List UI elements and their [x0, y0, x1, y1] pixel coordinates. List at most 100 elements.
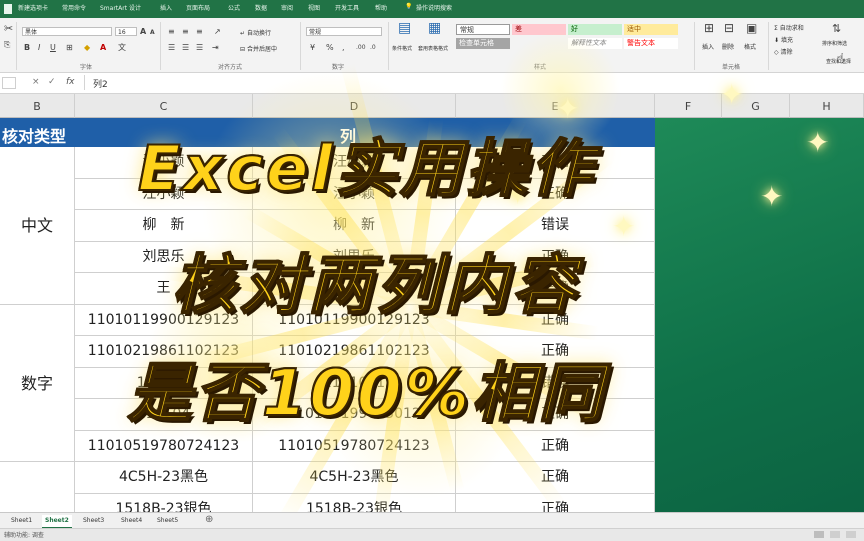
- tab-review[interactable]: 审阅: [281, 3, 293, 12]
- cell-d[interactable]: 11010519780724123: [253, 430, 456, 462]
- currency-icon[interactable]: ¥: [310, 43, 315, 52]
- fill-button[interactable]: ⬇ 填充: [774, 35, 793, 44]
- style-explanatory[interactable]: 解释性文本: [568, 38, 622, 49]
- style-neutral[interactable]: 适中: [624, 24, 678, 35]
- sheet-tab-1[interactable]: Sheet1: [8, 515, 35, 527]
- insert-cells-button[interactable]: 插入: [702, 42, 714, 51]
- tab-insert[interactable]: 插入: [160, 3, 172, 12]
- fx-icon[interactable]: fx: [66, 77, 75, 87]
- sheet-tab-4[interactable]: Sheet4: [118, 515, 145, 527]
- tab-formulas[interactable]: 公式: [228, 3, 240, 12]
- comma-icon[interactable]: ,: [342, 43, 345, 52]
- table-format-button[interactable]: 套用表格格式: [418, 45, 448, 52]
- enter-icon[interactable]: ✓: [48, 77, 56, 87]
- font-group-label: 字体: [80, 64, 93, 71]
- format-cells-icon[interactable]: ▣: [746, 22, 757, 34]
- number-group-label: 数字: [332, 64, 345, 71]
- tab-common[interactable]: 常用命令: [62, 3, 86, 12]
- ribbon: ✂ ⎘ 黑体 16 A A B I U ⊞ ◆ A 文 字体 ≡ ≡ ≡ ↗ ☰…: [0, 18, 864, 73]
- cell-e[interactable]: 正确: [456, 430, 655, 462]
- formula-input[interactable]: 列2: [84, 75, 861, 90]
- font-name-select[interactable]: 黑体: [22, 27, 112, 36]
- copy-icon[interactable]: ⎘: [4, 40, 10, 49]
- style-warning[interactable]: 警告文本: [624, 38, 678, 49]
- ribbon-tab-bar: 新建选项卡 常用命令 SmartArt 设计 插入 页面布局 公式 数据 审阅 …: [0, 0, 864, 18]
- phonetic-icon[interactable]: 文: [118, 43, 126, 52]
- cell-c[interactable]: 4C5H-23黑色: [75, 462, 253, 494]
- sort-filter-button[interactable]: 排序和筛选: [822, 40, 847, 47]
- bold-icon[interactable]: B: [24, 43, 30, 52]
- tab-developer[interactable]: 开发工具: [335, 3, 359, 12]
- conditional-format-icon[interactable]: ▤: [398, 21, 411, 35]
- normal-view-icon[interactable]: [814, 531, 824, 538]
- autosum-button[interactable]: Σ 自动求和: [774, 23, 804, 32]
- sheet-tab-3[interactable]: Sheet3: [80, 515, 107, 527]
- tab-smartart[interactable]: SmartArt 设计: [100, 3, 141, 12]
- orientation-icon[interactable]: ↗: [214, 27, 221, 36]
- border-icon[interactable]: ⊞: [66, 43, 73, 52]
- group-label-cell[interactable]: 数字: [0, 304, 75, 462]
- name-box[interactable]: [2, 77, 16, 89]
- tell-me-search[interactable]: 操作说明搜索: [416, 3, 452, 12]
- cell-c[interactable]: 11010519780724123: [75, 430, 253, 462]
- column-header-c[interactable]: C: [75, 94, 253, 118]
- cell-d[interactable]: 4C5H-23黑色: [253, 462, 456, 494]
- tab-view[interactable]: 视图: [308, 3, 320, 12]
- style-check-cell[interactable]: 检查单元格: [456, 38, 510, 49]
- table-format-icon[interactable]: ▦: [428, 21, 441, 35]
- font-size-select[interactable]: 16: [115, 27, 137, 36]
- column-header-b[interactable]: B: [0, 94, 75, 118]
- grow-font-icon[interactable]: A: [140, 27, 146, 36]
- fill-color-icon[interactable]: ◆: [84, 43, 90, 52]
- cells-group-label: 单元格: [722, 64, 741, 71]
- percent-icon[interactable]: %: [326, 43, 334, 52]
- delete-cells-icon[interactable]: ⊟: [724, 22, 734, 34]
- file-icon[interactable]: [4, 4, 12, 14]
- decrease-decimal-icon[interactable]: .0: [370, 43, 376, 52]
- formula-content: 列2: [93, 80, 108, 90]
- lightbulb-icon: 💡: [405, 3, 413, 10]
- format-cells-button[interactable]: 格式: [744, 42, 756, 51]
- page-break-view-icon[interactable]: [846, 531, 856, 538]
- style-bad[interactable]: 差: [512, 24, 566, 35]
- font-color-icon[interactable]: A: [100, 43, 106, 52]
- tab-new[interactable]: 新建选项卡: [18, 3, 48, 12]
- style-normal[interactable]: 常规: [456, 24, 510, 35]
- align-middle-icon[interactable]: ≡: [182, 27, 189, 36]
- add-sheet-icon[interactable]: ⊕: [205, 514, 213, 525]
- cut-icon[interactable]: ✂: [4, 23, 13, 34]
- clear-button[interactable]: ◇ 清除: [774, 47, 793, 56]
- divider: [300, 22, 301, 70]
- conditional-format-button[interactable]: 条件格式: [392, 45, 412, 52]
- insert-cells-icon[interactable]: ⊞: [704, 22, 714, 34]
- number-format-select[interactable]: 常规: [306, 27, 382, 36]
- page-layout-view-icon[interactable]: [830, 531, 840, 538]
- sheet-tab-5[interactable]: Sheet5: [154, 515, 181, 527]
- style-good[interactable]: 好: [568, 24, 622, 35]
- sheet-tab-2-active[interactable]: Sheet2: [42, 515, 72, 529]
- tab-page-layout[interactable]: 页面布局: [186, 3, 210, 12]
- sort-filter-icon[interactable]: ⇅: [832, 23, 841, 34]
- align-top-icon[interactable]: ≡: [168, 27, 175, 36]
- tab-help[interactable]: 帮助: [375, 3, 387, 12]
- italic-icon[interactable]: I: [38, 43, 40, 52]
- cancel-icon[interactable]: ×: [32, 77, 40, 87]
- group-label-cell[interactable]: 中文: [0, 147, 75, 305]
- column-header-f[interactable]: F: [655, 94, 722, 118]
- underline-icon[interactable]: U: [50, 43, 56, 52]
- merge-center-button[interactable]: ⊟ 合并后居中: [240, 44, 277, 53]
- column-header-d[interactable]: D: [253, 94, 456, 118]
- delete-cells-button[interactable]: 删除: [722, 42, 734, 51]
- wrap-text-button[interactable]: ↵ 自动换行: [240, 28, 271, 37]
- align-right-icon[interactable]: ☰: [196, 43, 203, 52]
- indent-icon[interactable]: ⇥: [212, 43, 219, 52]
- align-center-icon[interactable]: ☰: [182, 43, 189, 52]
- tab-data[interactable]: 数据: [255, 3, 267, 12]
- align-left-icon[interactable]: ☰: [168, 43, 175, 52]
- align-bottom-icon[interactable]: ≡: [196, 27, 203, 36]
- cell-e[interactable]: 正确: [456, 462, 655, 494]
- column-header-h[interactable]: H: [790, 94, 864, 118]
- shrink-font-icon[interactable]: A: [150, 28, 155, 37]
- header-check-type[interactable]: 核对类型: [2, 123, 66, 147]
- increase-decimal-icon[interactable]: .00: [356, 43, 366, 52]
